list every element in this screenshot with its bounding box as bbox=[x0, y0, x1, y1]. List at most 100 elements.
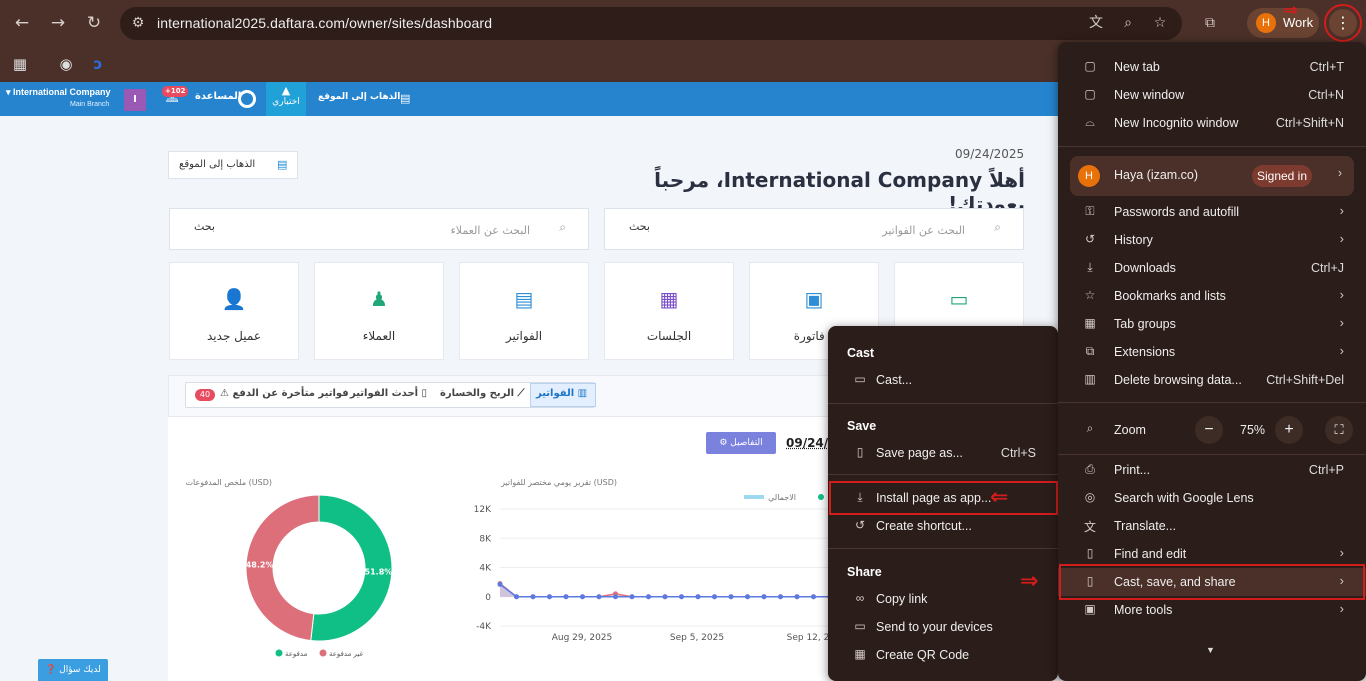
scroll-down-icon[interactable]: ▼ bbox=[1206, 645, 1215, 655]
toolbox-icon: ▣ bbox=[1084, 602, 1096, 616]
zoom-in-button[interactable]: + bbox=[1275, 416, 1303, 444]
add-user-icon: 👤 bbox=[221, 287, 247, 311]
menu-qr-code[interactable]: ▦ Create QR Code bbox=[828, 641, 1058, 669]
annotation-arrow-icon: ⇒ bbox=[1020, 569, 1039, 594]
bookmark-star-icon[interactable]: ☆ bbox=[1150, 13, 1170, 33]
zoom-out-button[interactable]: − bbox=[1195, 416, 1223, 444]
zoom-value: 75% bbox=[1240, 423, 1266, 437]
menu-incognito[interactable]: ⌓ New Incognito window Ctrl+Shift+N bbox=[1058, 109, 1366, 137]
goto-site-label: الذهاب إلى الموقع bbox=[179, 159, 256, 170]
card-new-client[interactable]: 👤 عميل جديد bbox=[169, 262, 299, 360]
help-link[interactable]: المساعدة bbox=[195, 91, 241, 102]
tab-late-invoices[interactable]: ⚠ فواتير متأخرة عن الدفع bbox=[220, 388, 349, 399]
card-sessions[interactable]: ▦ الجلسات bbox=[604, 262, 734, 360]
card-clients[interactable]: ♟ العملاء bbox=[314, 262, 444, 360]
late-count-badge: 40 bbox=[195, 389, 215, 401]
back-icon[interactable]: ← bbox=[11, 12, 33, 34]
menu-zoom: ⌕ Zoom − 75% + ⛶ bbox=[1058, 411, 1366, 449]
menu-google-lens[interactable]: ◎ Search with Google Lens bbox=[1058, 484, 1366, 512]
apps-grid-icon[interactable]: ▦ bbox=[10, 54, 30, 74]
profile-row[interactable]: H Haya (izam.co) Signed in › bbox=[1070, 156, 1354, 196]
details-button[interactable]: ⚙ التفاصيل bbox=[706, 432, 776, 454]
menu-label: Delete browsing data... bbox=[1114, 373, 1242, 387]
fullscreen-icon[interactable]: ⛶ bbox=[1325, 416, 1353, 444]
zoom-icon[interactable]: ⌕ bbox=[1118, 13, 1138, 33]
invoice-search[interactable]: بحث البحث عن الفواتير ⌕ bbox=[604, 208, 1024, 250]
tab-invoices[interactable]: الفواتير ▥ bbox=[536, 388, 587, 399]
tab-profit-loss[interactable]: الربح والخسارة ⟋ bbox=[440, 388, 525, 399]
invoice-search-button[interactable]: بحث bbox=[629, 220, 650, 233]
menu-bookmarks[interactable]: ☆ Bookmarks and lists › bbox=[1058, 282, 1366, 310]
store-icon[interactable]: ▤ bbox=[400, 92, 410, 105]
menu-label: Tab groups bbox=[1114, 317, 1176, 331]
chevron-right-icon: › bbox=[1339, 601, 1344, 616]
menu-print[interactable]: ⎙ Print... Ctrl+P bbox=[1058, 456, 1366, 484]
client-search-button[interactable]: بحث bbox=[194, 220, 215, 233]
reload-icon[interactable]: ↻ bbox=[83, 12, 105, 34]
url-text[interactable]: international2025.daftara.com/owner/site… bbox=[157, 15, 492, 31]
divider bbox=[1058, 454, 1366, 455]
divider bbox=[1058, 402, 1366, 403]
trial-button[interactable]: ▲ اختياري bbox=[266, 82, 306, 116]
chevron-right-icon: › bbox=[1339, 343, 1344, 358]
globe-icon[interactable]: ◉ bbox=[56, 54, 76, 74]
extensions-icon[interactable]: ⧉ bbox=[1200, 13, 1220, 33]
menu-new-window[interactable]: ▢ New window Ctrl+N bbox=[1058, 81, 1366, 109]
menu-shortcut: Ctrl+Shift+Del bbox=[1266, 373, 1344, 387]
translate-icon[interactable]: 文 bbox=[1086, 13, 1106, 33]
client-search[interactable]: بحث البحث عن العملاء ⌕ bbox=[169, 208, 589, 250]
menu-more-tools[interactable]: ▣ More tools › bbox=[1058, 596, 1366, 624]
menu-shortcut: Ctrl+S bbox=[1000, 446, 1036, 460]
invoice-search-input[interactable]: البحث عن الفواتير bbox=[665, 224, 965, 237]
menu-create-shortcut[interactable]: ↺ Create shortcut... bbox=[828, 512, 1058, 540]
menu-label: Send to your devices bbox=[876, 620, 993, 634]
profile-name: Haya (izam.co) bbox=[1114, 168, 1199, 182]
site-info-icon[interactable]: ⚙ bbox=[128, 13, 148, 33]
search-icon: ⌕ bbox=[559, 220, 566, 234]
chevron-right-icon: › bbox=[1337, 166, 1342, 180]
chevron-right-icon: › bbox=[1339, 315, 1344, 330]
menu-label: Cast... bbox=[876, 373, 913, 387]
daftra-logo-icon[interactable]: ↄ bbox=[88, 54, 108, 74]
address-bar[interactable]: ⚙ international2025.daftara.com/owner/si… bbox=[120, 7, 1182, 40]
user-avatar[interactable]: I bbox=[124, 89, 146, 111]
menu-cast[interactable]: ▭ Cast... bbox=[828, 366, 1058, 394]
rocket-icon: ▲ bbox=[281, 84, 291, 97]
menu-extensions[interactable]: ⧉ Extensions › bbox=[1058, 338, 1366, 366]
menu-label: Downloads bbox=[1114, 261, 1176, 275]
menu-label: Zoom bbox=[1114, 423, 1146, 437]
menu-shortcut: Ctrl+T bbox=[1309, 60, 1344, 74]
highlight-ring bbox=[1324, 4, 1362, 42]
menu-history[interactable]: ↺ History › bbox=[1058, 226, 1366, 254]
menu-translate[interactable]: 文 Translate... bbox=[1058, 512, 1366, 540]
puzzle-icon: ⧉ bbox=[1085, 344, 1095, 358]
card-invoices[interactable]: ▤ الفواتير bbox=[459, 262, 589, 360]
tab-latest-invoices[interactable]: أحدث الفواتير ▯ bbox=[350, 388, 427, 399]
menu-tab-groups[interactable]: ▦ Tab groups › bbox=[1058, 310, 1366, 338]
profile-avatar: H bbox=[1256, 13, 1276, 33]
menu-downloads[interactable]: ⤓ Downloads Ctrl+J bbox=[1058, 254, 1366, 282]
new-window-icon: ▢ bbox=[1084, 87, 1096, 101]
menu-save-page[interactable]: ▯ Save page as... Ctrl+S bbox=[828, 439, 1058, 467]
ask-question-button[interactable]: ❓ لديك سؤال bbox=[38, 659, 108, 681]
trial-label: اختياري bbox=[272, 97, 300, 107]
menu-send-devices[interactable]: ▭ Send to your devices bbox=[828, 613, 1058, 641]
qr-icon: ▦ bbox=[854, 647, 866, 661]
card-label: الجلسات bbox=[646, 329, 692, 343]
find-icon: ▯ bbox=[1086, 546, 1094, 560]
menu-new-tab[interactable]: ▢ New tab Ctrl+T bbox=[1058, 53, 1366, 81]
cast-icon: ▭ bbox=[854, 372, 866, 386]
menu-shortcut: Ctrl+J bbox=[1311, 261, 1344, 275]
goto-site-button[interactable]: الذهاب إلى الموقع ▤ bbox=[168, 151, 298, 179]
new-tab-icon: ▢ bbox=[1084, 59, 1096, 73]
lifebuoy-icon[interactable] bbox=[238, 90, 256, 108]
highlight-box bbox=[1059, 564, 1365, 600]
menu-delete-data[interactable]: ▥ Delete browsing data... Ctrl+Shift+Del bbox=[1058, 366, 1366, 394]
menu-passwords[interactable]: ⚿ Passwords and autofill › bbox=[1058, 198, 1366, 226]
menu-label: Print... bbox=[1114, 463, 1151, 477]
goto-site-link[interactable]: الذهاب إلى الموقع bbox=[318, 92, 400, 102]
company-selector[interactable]: ▾ International Company bbox=[6, 87, 111, 98]
forward-icon[interactable]: → bbox=[47, 12, 69, 34]
menu-shortcut: Ctrl+Shift+N bbox=[1275, 116, 1344, 130]
client-search-input[interactable]: البحث عن العملاء bbox=[230, 224, 530, 237]
